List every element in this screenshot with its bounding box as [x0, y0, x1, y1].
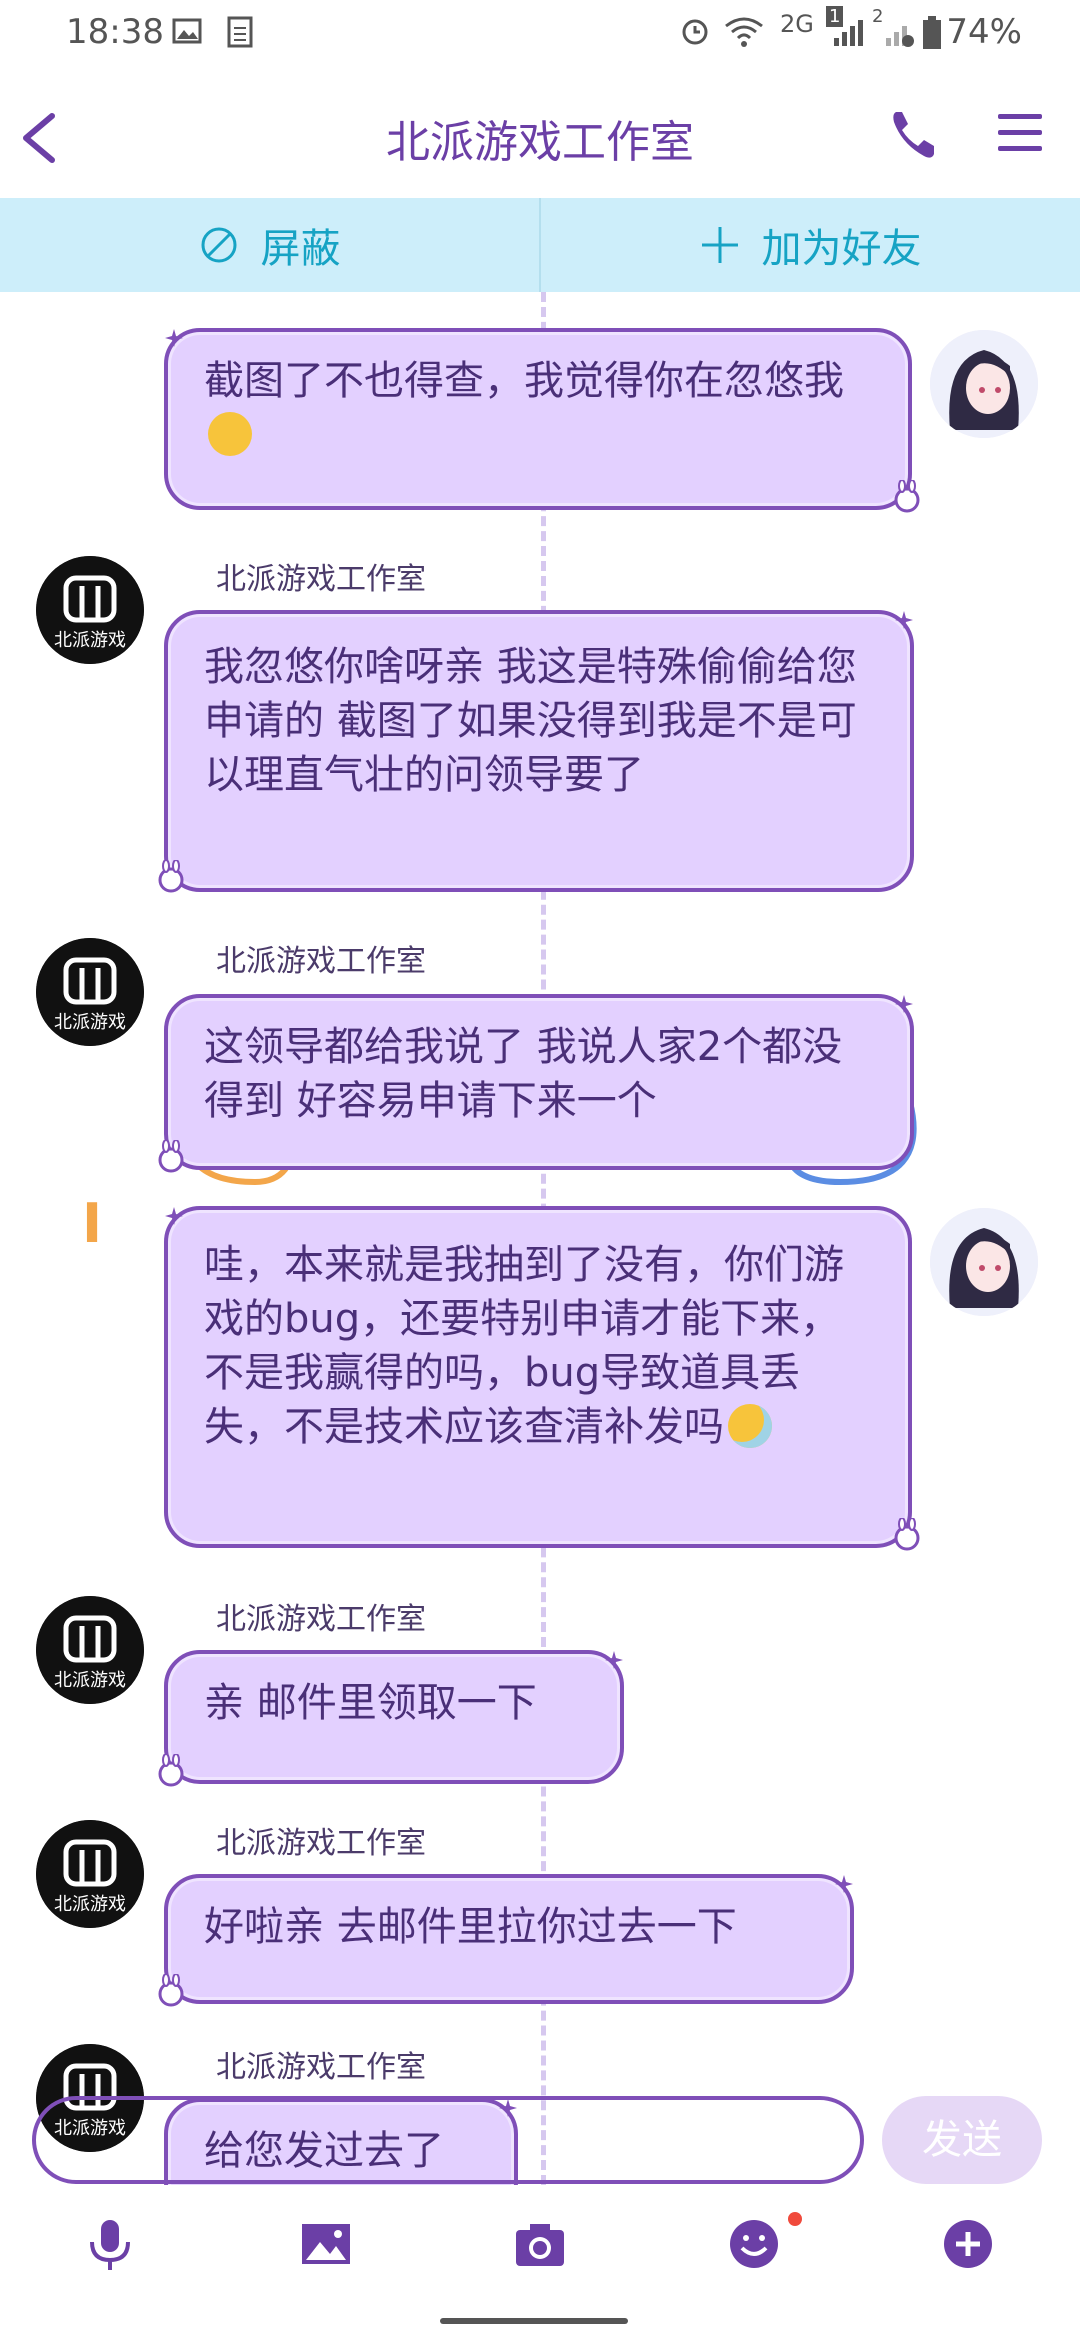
plus-icon	[701, 227, 738, 263]
block-icon	[201, 227, 236, 263]
message-list[interactable]: I 截图了不也得查，我觉得你在忽悠我 北派游戏 北派游戏工作室 我忽悠你啥呀亲 …	[0, 292, 1080, 2185]
smiley-icon[interactable]	[724, 2214, 784, 2274]
sender-name: 北派游戏工作室	[216, 1602, 426, 1637]
star-icon	[165, 1207, 183, 1225]
block-button[interactable]: 屏蔽	[0, 198, 539, 292]
star-icon	[165, 329, 183, 347]
stranger-action-bar: 屏蔽 加为好友	[0, 198, 1080, 292]
anime-girl-avatar-icon	[930, 1208, 1038, 1316]
avatar-label: 北派游戏	[54, 630, 126, 651]
document-icon	[227, 16, 253, 48]
sender-name: 北派游戏工作室	[216, 2050, 426, 2085]
message-item[interactable]: 哇，本来就是我抽到了没有，你们游戏的bug，还要特别申请才能下来，不是我赢得的吗…	[164, 1206, 920, 1551]
message-item[interactable]: 我忽悠你啥呀亲 我这是特殊偷偷给您申请的 截图了如果没得到我是不是可以理直气壮的…	[158, 610, 914, 893]
signal-icon	[834, 20, 863, 46]
menu-icon[interactable]	[996, 108, 1044, 158]
sender-name: 北派游戏工作室	[216, 944, 426, 979]
avatar-label: 北派游戏	[54, 1894, 126, 1915]
studio-avatar[interactable]: 北派游戏	[36, 938, 144, 1046]
block-label: 屏蔽	[260, 226, 341, 272]
bunny-icon	[158, 1754, 184, 1787]
message-bubble[interactable]: 截图了不也得查，我觉得你在忽悠我	[164, 328, 912, 510]
bunny-icon	[158, 860, 184, 893]
notification-dot	[788, 2212, 802, 2226]
star-icon	[835, 1875, 853, 1893]
message-bubble[interactable]: 这领导都给我说了 我说人家2个都没得到 好容易申请下来一个	[164, 994, 914, 1170]
sender-name: 北派游戏工作室	[216, 1826, 426, 1861]
phone-icon[interactable]	[888, 104, 938, 164]
battery-icon	[923, 16, 941, 49]
studio-logo-icon: 北派游戏	[36, 556, 144, 664]
anime-girl-avatar-icon	[930, 330, 1038, 438]
studio-logo-icon: 北派游戏	[36, 1596, 144, 1704]
message-text: 好啦亲 去邮件里拉你过去一下	[204, 1904, 737, 1950]
background-decoration: I	[82, 1192, 103, 1255]
avatar-label: 北派游戏	[54, 1012, 126, 1033]
sim2-label: 2	[872, 6, 884, 27]
network-type: 2G	[780, 10, 814, 38]
message-text: 我忽悠你啥呀亲 我这是特殊偷偷给您申请的 截图了如果没得到我是不是可以理直气壮的…	[204, 644, 857, 798]
star-icon	[895, 995, 913, 1013]
message-input[interactable]	[32, 2096, 864, 2184]
add-friend-label: 加为好友	[761, 226, 922, 272]
studio-avatar[interactable]: 北派游戏	[36, 556, 144, 664]
chat-header: 北派游戏工作室	[0, 66, 1080, 198]
message-text: 截图了不也得查，我觉得你在忽悠我	[204, 358, 844, 404]
studio-avatar[interactable]: 北派游戏	[36, 1596, 144, 1704]
sick-face-emoji-icon	[728, 1404, 772, 1448]
microphone-icon[interactable]	[80, 2214, 140, 2274]
message-text: 亲 邮件里领取一下	[204, 1680, 537, 1726]
star-icon	[605, 1651, 623, 1669]
bunny-icon	[894, 1518, 920, 1551]
message-item[interactable]: 好啦亲 去邮件里拉你过去一下	[158, 1874, 854, 2007]
send-button[interactable]: 发送	[882, 2096, 1042, 2184]
message-text: 这领导都给我说了 我说人家2个都没得到 好容易申请下来一个	[204, 1024, 843, 1124]
status-time: 18:38	[66, 12, 164, 52]
signal-off-icon	[886, 26, 914, 47]
avatar-label: 北派游戏	[54, 1670, 126, 1691]
message-bubble[interactable]: 哇，本来就是我抽到了没有，你们游戏的bug，还要特别申请才能下来，不是我赢得的吗…	[164, 1206, 912, 1548]
studio-logo-icon: 北派游戏	[36, 1820, 144, 1928]
studio-avatar[interactable]: 北派游戏	[36, 1820, 144, 1928]
plus-circle-icon[interactable]	[938, 2214, 998, 2274]
system-nav-bar	[0, 2290, 1080, 2340]
battery-level: 74%	[946, 12, 1022, 52]
home-gesture-handle[interactable]	[440, 2318, 628, 2324]
message-bubble[interactable]: 好啦亲 去邮件里拉你过去一下	[164, 1874, 854, 2004]
alarm-icon	[682, 19, 708, 45]
composer-toolbar	[0, 2200, 1080, 2290]
bunny-icon	[158, 1140, 184, 1173]
image-icon[interactable]	[296, 2214, 356, 2274]
message-bubble[interactable]: 我忽悠你啥呀亲 我这是特殊偷偷给您申请的 截图了如果没得到我是不是可以理直气壮的…	[164, 610, 914, 892]
message-item[interactable]: 亲 邮件里领取一下	[158, 1650, 624, 1787]
message-item[interactable]: 截图了不也得查，我觉得你在忽悠我	[164, 328, 920, 513]
bunny-icon	[894, 480, 920, 513]
camera-icon[interactable]	[510, 2214, 570, 2274]
gallery-icon	[172, 18, 202, 44]
message-item[interactable]: 这领导都给我说了 我说人家2个都没得到 好容易申请下来一个	[158, 994, 914, 1173]
bunny-icon	[158, 1974, 184, 2007]
user-avatar[interactable]	[930, 330, 1038, 438]
add-friend-button[interactable]: 加为好友	[541, 198, 1080, 292]
status-bar: 18:38 2G 1 2 74%	[0, 0, 1080, 66]
composer: 发送	[0, 2090, 1080, 2200]
sender-name: 北派游戏工作室	[216, 562, 426, 597]
studio-logo-icon: 北派游戏	[36, 938, 144, 1046]
dog-face-emoji-icon	[208, 412, 252, 456]
wifi-icon	[725, 17, 763, 47]
message-bubble[interactable]: 亲 邮件里领取一下	[164, 1650, 624, 1784]
user-avatar[interactable]	[930, 1208, 1038, 1316]
star-icon	[895, 611, 913, 629]
